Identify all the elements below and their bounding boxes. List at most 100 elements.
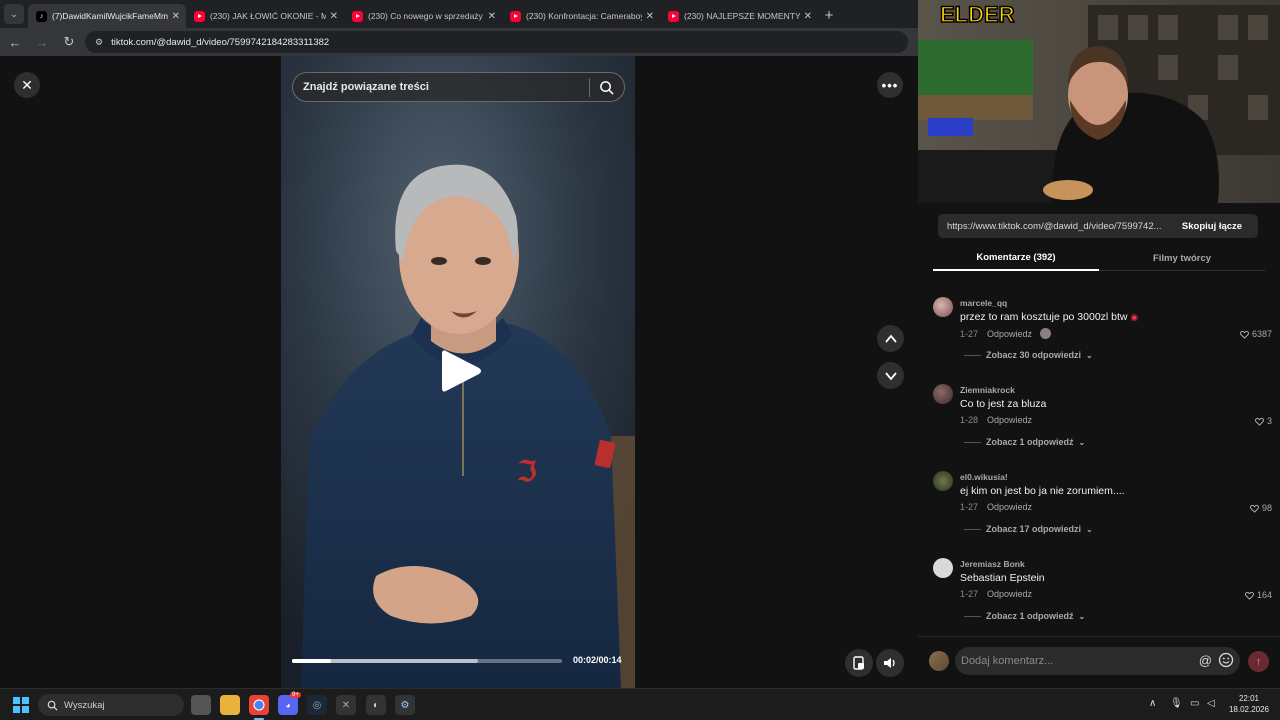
video-player[interactable]: ℑ Znajdź powiązane treści 00:02/00:14 (281, 56, 635, 688)
previous-video-button[interactable] (877, 325, 904, 352)
system-clock[interactable]: 22:01 18.02.2026 (1224, 693, 1274, 715)
tab-close-icon[interactable]: ✕ (804, 11, 812, 22)
tab-close-icon[interactable]: ✕ (172, 11, 180, 22)
like-button[interactable]: 164 (1245, 590, 1272, 600)
browser-tab-0[interactable]: ♪ (7)DawidKamilWujcikFameMma ✕ (28, 4, 186, 28)
tab-title: (230) Co nowego w sprzedaży (368, 11, 483, 21)
replies-line (964, 354, 981, 356)
tab-close-icon[interactable]: ✕ (330, 11, 338, 22)
like-button[interactable]: 98 (1250, 503, 1272, 513)
browser-tab-4[interactable]: (230) NAJLEPSZE MOMENTY PC ✕ (660, 4, 818, 28)
steam-icon[interactable]: ◎ (307, 695, 327, 715)
like-count: 3 (1266, 416, 1272, 426)
reply-button[interactable]: Odpowiedz (987, 415, 1032, 425)
view-replies-button[interactable]: Zobacz 17 odpowiedzi ⌄ (964, 524, 1093, 534)
svg-text:ℑ: ℑ (517, 457, 537, 488)
more-options-button[interactable]: ••• (877, 72, 903, 98)
view-replies-label: Zobacz 1 odpowiedź (986, 437, 1074, 447)
reply-button[interactable]: Odpowiedz (987, 329, 1032, 339)
mention-icon[interactable]: @ (1199, 653, 1212, 668)
tab-search-button[interactable]: ⌄ (4, 4, 24, 24)
tab-title: (230) NAJLEPSZE MOMENTY PC (684, 11, 800, 21)
copy-link-button[interactable]: Skopiuj łącze (1166, 214, 1258, 238)
tab-close-icon[interactable]: ✕ (646, 11, 654, 22)
windows-start-icon[interactable] (13, 697, 29, 713)
like-count: 164 (1256, 590, 1272, 600)
search-icon[interactable] (599, 80, 614, 95)
share-url[interactable]: https://www.tiktok.com/@dawid_d/video/75… (938, 221, 1166, 232)
related-search-input[interactable]: Znajdź powiązane treści (292, 72, 625, 102)
comment-date: 1-27 (960, 589, 979, 599)
tab-creator-videos[interactable]: Filmy twórcy (1099, 246, 1265, 271)
browser-tab-bar: ⌄ ♪ (7)DawidKamilWujcikFameMma ✕ (230) J… (0, 0, 918, 28)
browser-tab-2[interactable]: (230) Co nowego w sprzedaży ✕ (344, 4, 502, 28)
view-replies-button[interactable]: Zobacz 30 odpowiedzi ⌄ (964, 350, 1093, 360)
close-video-button[interactable]: ✕ (14, 72, 40, 98)
emoji-icon[interactable] (1218, 652, 1234, 668)
comment-meta: 1-27 Odpowiedz (960, 328, 1052, 339)
comment-text: Co to jest za bluza (960, 398, 1047, 410)
site-info-icon[interactable]: ⚙ (95, 37, 103, 48)
avatar[interactable] (933, 297, 953, 317)
browser-tab-3[interactable]: (230) Konfrontacja: Cameraboy ✕ (502, 4, 660, 28)
comment-username[interactable]: Ziemniakrock (960, 385, 1015, 395)
tab-title: (230) JAK ŁOWIĆ OKONIE - MÓ (210, 11, 326, 21)
video-progress-bar[interactable] (292, 659, 562, 663)
comment-username[interactable]: el0.wikusia! (960, 472, 1008, 482)
user-avatar (929, 651, 949, 671)
comment-text: Sebastian Epstein (960, 572, 1045, 584)
microphone-icon[interactable]: 🎙 (1170, 698, 1183, 709)
settings-gear-icon[interactable]: ⚙ (395, 695, 415, 715)
send-comment-button[interactable]: ↑ (1248, 651, 1269, 672)
forward-arrow-icon[interactable]: → (30, 30, 54, 54)
reply-button[interactable]: Odpowiedz (987, 502, 1032, 512)
view-replies-button[interactable]: Zobacz 1 odpowiedź ⌄ (964, 437, 1085, 447)
file-explorer-icon[interactable] (220, 695, 240, 715)
reply-button[interactable]: Odpowiedz (987, 589, 1032, 599)
browser-tab-1[interactable]: (230) JAK ŁOWIĆ OKONIE - MÓ ✕ (186, 4, 344, 28)
address-url: tiktok.com/@dawid_d/video/75997421842833… (111, 36, 330, 48)
obs-icon[interactable]: ◐ (366, 695, 386, 715)
discord-badge: 9+ (290, 692, 301, 698)
view-replies-button[interactable]: Zobacz 1 odpowiedź ⌄ (964, 611, 1085, 621)
volume-button[interactable] (876, 649, 904, 677)
network-icon[interactable]: ▭ (1190, 698, 1199, 709)
task-view-icon[interactable] (191, 695, 211, 715)
chrome-icon[interactable] (249, 695, 269, 715)
tab-title: (7)DawidKamilWujcikFameMma (52, 11, 168, 21)
tab-comments[interactable]: Komentarze (392) (933, 246, 1099, 271)
replies-line (964, 528, 981, 530)
comment-input-placeholder: Dodaj komentarz... (961, 655, 1054, 667)
tray-chevron-up-icon[interactable]: ∧ (1149, 698, 1156, 709)
next-video-button[interactable] (877, 362, 904, 389)
play-icon[interactable] (442, 348, 482, 394)
comment-username[interactable]: marcele_qq (960, 298, 1007, 308)
comment-input[interactable]: Dodaj komentarz... @ (955, 647, 1240, 675)
comment-date: 1-27 (960, 502, 979, 512)
reload-icon[interactable]: ↻ (57, 30, 81, 54)
like-button[interactable]: 6387 (1240, 329, 1272, 339)
back-arrow-icon[interactable]: ← (3, 30, 27, 54)
tab-close-icon[interactable]: ✕ (488, 11, 496, 22)
floating-player-button[interactable] (845, 649, 873, 677)
video-timecode: 00:02/00:14 (573, 655, 622, 665)
speaker-icon[interactable]: ◁ (1207, 698, 1215, 709)
taskbar-search[interactable]: Wyszukaj (38, 694, 184, 716)
replies-line (964, 441, 981, 443)
discord-icon[interactable]: ◕ (278, 695, 298, 715)
comment-text: przez to ram kosztuje po 3000zl btw ◉ (960, 311, 1139, 323)
comment-text: ej kim on jest bo ja nie zorumiem.... (960, 485, 1125, 497)
new-tab-button[interactable]: + (818, 4, 840, 26)
avatar[interactable] (933, 471, 953, 491)
comments-panel: ELDER https://www.tiktok.com/@dawid_d/vi… (918, 0, 1280, 688)
video-progress-fill (292, 659, 331, 663)
default-avatar-icon[interactable] (933, 558, 953, 578)
comment-username[interactable]: Jeremiasz Bonk (960, 559, 1025, 569)
tiktok-icon: ♪ (36, 10, 47, 22)
address-bar[interactable]: ⚙ tiktok.com/@dawid_d/video/759974218428… (85, 31, 908, 53)
avatar[interactable] (933, 384, 953, 404)
like-count: 98 (1261, 503, 1272, 513)
like-button[interactable]: 3 (1255, 416, 1272, 426)
youtube-icon (194, 10, 205, 22)
xbox-icon[interactable]: ✕ (336, 695, 356, 715)
